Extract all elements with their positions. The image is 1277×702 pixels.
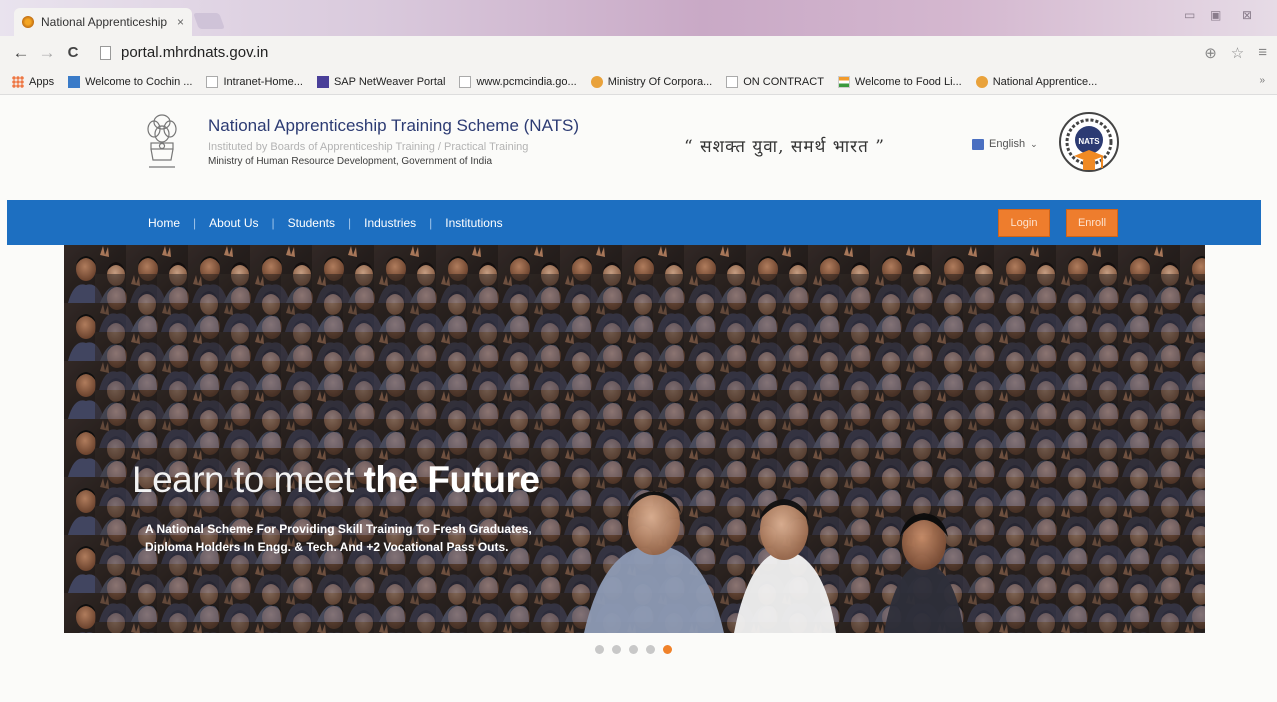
hero-banner: Learn to meet the Future A National Sche… (64, 245, 1205, 633)
carousel-dot[interactable] (595, 645, 604, 654)
bookmark-star-icon[interactable]: ☆ (1231, 44, 1244, 62)
emblem-icon (590, 75, 603, 88)
browser-menu-button[interactable]: ≡ (1258, 44, 1267, 62)
site-icon (68, 75, 81, 88)
brand-block: National Apprenticeship Training Scheme … (208, 116, 579, 167)
slogan: “ सशक्त युवा, समर्थ भारत ” (684, 137, 885, 157)
crowd-photo (64, 245, 1205, 633)
bookmark-sap[interactable]: SAP NetWeaver Portal (316, 75, 446, 88)
login-button[interactable]: Login (998, 209, 1050, 237)
bookmark-label: National Apprentice... (992, 75, 1098, 88)
apps-grid-icon (12, 75, 24, 88)
hero-headline-bold: the Future (363, 459, 540, 500)
bookmark-label: Welcome to Food Li... (854, 75, 962, 88)
bookmark-apps[interactable]: Apps (12, 75, 55, 88)
nav-about-us[interactable]: About Us (209, 216, 258, 230)
enroll-button[interactable]: Enroll (1066, 209, 1118, 237)
site-header: National Apprenticeship Training Scheme … (0, 96, 1277, 200)
browser-tab[interactable]: National Apprenticeship × (14, 8, 192, 36)
nats-favicon-icon (22, 16, 34, 28)
close-window-icon[interactable]: ⊠ (1242, 8, 1252, 22)
new-tab-button[interactable] (193, 13, 225, 29)
bookmark-contract[interactable]: ON CONTRACT (726, 75, 824, 88)
tab-close-icon[interactable]: × (177, 15, 184, 29)
hero-headline-light: Learn to meet (132, 459, 364, 500)
hero-line-1: A National Scheme For Providing Skill Tr… (145, 522, 532, 536)
url-text: portal.mhrdnats.gov.in (121, 44, 269, 61)
nav-separator: | (348, 215, 352, 230)
nav-separator: | (429, 215, 433, 230)
back-button[interactable]: ← (8, 43, 34, 63)
address-bar[interactable]: portal.mhrdnats.gov.in (100, 44, 268, 61)
nav-students[interactable]: Students (288, 216, 335, 230)
nav-industries[interactable]: Industries (364, 216, 416, 230)
bookmark-label: Intranet-Home... (223, 75, 303, 88)
bookmarks-bar: Apps Welcome to Cochin ... Intranet-Home… (0, 69, 1277, 95)
forward-button[interactable]: → (34, 43, 60, 63)
hero-line-2: Diploma Holders In Engg. & Tech. And +2 … (145, 540, 509, 554)
nav-separator: | (193, 215, 197, 230)
page-icon (459, 75, 472, 88)
site-title: National Apprenticeship Training Scheme … (208, 116, 580, 135)
carousel-dot[interactable] (663, 645, 672, 654)
browser-tab-strip: National Apprenticeship × ▭ ▣ ⊠ (0, 0, 1277, 36)
bookmark-label: Ministry Of Corpora... (607, 75, 713, 88)
nats-icon (975, 75, 988, 88)
language-label: English (989, 138, 1026, 150)
nav-institutions[interactable]: Institutions (445, 216, 502, 230)
nats-logo[interactable]: NATS (1056, 110, 1122, 180)
bookmark-label: www.pcmcindia.go... (476, 75, 577, 88)
bookmark-label: Apps (29, 75, 55, 88)
browser-toolbar: ← → C portal.mhrdnats.gov.in ⊕ ☆ ≡ (0, 36, 1277, 69)
page-icon (206, 75, 219, 88)
flag-icon (837, 75, 850, 88)
bookmark-label: ON CONTRACT (743, 75, 824, 88)
sap-icon (316, 75, 329, 88)
minimize-icon[interactable]: ▭ (1184, 8, 1195, 22)
page-icon (100, 45, 111, 60)
chevron-down-icon: ⌄ (1030, 138, 1038, 149)
reload-button[interactable]: C (60, 44, 86, 61)
bookmark-food[interactable]: Welcome to Food Li... (837, 75, 962, 88)
zoom-icon[interactable]: ⊕ (1204, 44, 1217, 62)
nav-separator: | (271, 215, 275, 230)
carousel-dot[interactable] (646, 645, 655, 654)
page-icon (726, 75, 739, 88)
hero-description: A National Scheme For Providing Skill Tr… (145, 520, 585, 556)
ministry-text: Ministry of Human Resource Development, … (208, 156, 493, 167)
main-nav: Home | About Us | Students | Industries … (7, 200, 1261, 245)
bookmark-label: SAP NetWeaver Portal (333, 75, 446, 88)
logo-text: NATS (1078, 137, 1100, 146)
maximize-icon[interactable]: ▣ (1210, 8, 1221, 22)
bookmark-label: Welcome to Cochin ... (85, 75, 193, 88)
bookmarks-overflow-icon[interactable]: » (1259, 75, 1265, 86)
site-subtitle: Instituted by Boards of Apprenticeship T… (208, 141, 529, 153)
carousel-dot[interactable] (629, 645, 638, 654)
tab-title: National Apprenticeship (41, 15, 168, 29)
nav-home[interactable]: Home (148, 216, 180, 230)
carousel-indicators (595, 645, 672, 654)
bookmark-pcmc[interactable]: www.pcmcindia.go... (459, 75, 577, 88)
bookmark-cochin[interactable]: Welcome to Cochin ... (68, 75, 193, 88)
language-selector[interactable]: English ⌄ (972, 138, 1038, 150)
hero-headline: Learn to meet the Future (132, 459, 540, 501)
national-emblem-icon (147, 114, 177, 168)
bookmark-ministry[interactable]: Ministry Of Corpora... (590, 75, 713, 88)
translate-icon (972, 138, 984, 150)
bookmark-nats[interactable]: National Apprentice... (975, 75, 1098, 88)
carousel-dot[interactable] (612, 645, 621, 654)
bookmark-intranet[interactable]: Intranet-Home... (206, 75, 303, 88)
